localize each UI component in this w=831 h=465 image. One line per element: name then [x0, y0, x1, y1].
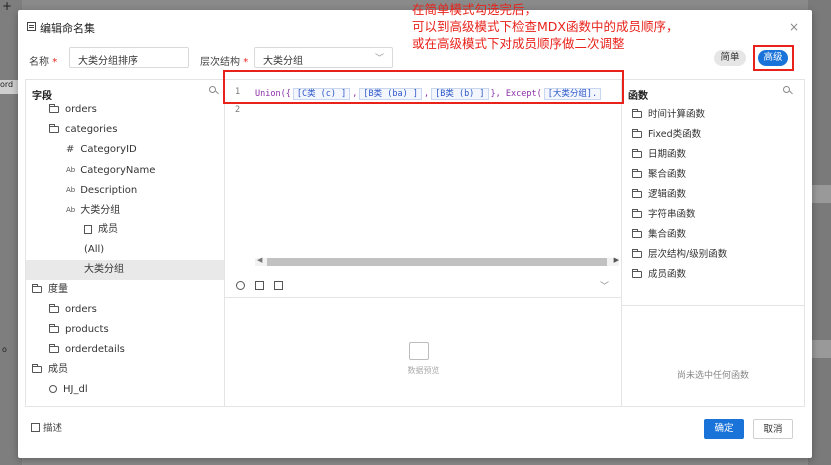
- edit-icon: [31, 423, 40, 432]
- functions-header: 函数: [628, 91, 648, 102]
- tree-item[interactable]: orderdetails: [49, 340, 125, 360]
- functions-panel: 函数 时间计算函数 Fixed类函数 日期函数 聚合函数 逻辑函数 字符串函数 …: [621, 79, 805, 407]
- folder-icon: [632, 169, 642, 178]
- folder-icon: [632, 149, 642, 158]
- tree-item[interactable]: 成员: [32, 360, 68, 380]
- search-icon[interactable]: [783, 86, 790, 93]
- number-field-icon: #: [66, 144, 75, 155]
- folder-icon: [49, 343, 59, 353]
- data-preview-label: 数据预览: [407, 366, 440, 375]
- data-preview-icon: [409, 342, 429, 360]
- tree-item[interactable]: 成员: [84, 220, 118, 240]
- text-field-icon: Ab: [66, 166, 76, 174]
- tree-item[interactable]: products: [49, 320, 109, 340]
- scroll-left-icon[interactable]: ◀: [257, 256, 262, 264]
- function-category[interactable]: 聚合函数: [632, 165, 686, 185]
- tree-item[interactable]: categories: [49, 120, 117, 140]
- tree-item[interactable]: Ab Description: [66, 180, 137, 200]
- name-input[interactable]: 大类分组排序: [69, 47, 189, 68]
- function-category[interactable]: 日期函数: [632, 145, 686, 165]
- folder-icon: [49, 103, 59, 113]
- tree-item[interactable]: orders: [49, 300, 97, 320]
- function-category[interactable]: Fixed类函数: [632, 125, 701, 145]
- simple-mode-button[interactable]: 简单: [714, 50, 746, 66]
- tree-item[interactable]: 度量: [32, 280, 68, 300]
- hierarchy-label: 层次结构 *: [200, 57, 249, 68]
- format-icon[interactable]: [236, 281, 245, 290]
- cancel-button[interactable]: 取消: [753, 419, 793, 439]
- folder-icon: [632, 229, 642, 238]
- clipboard-icon[interactable]: [274, 281, 283, 290]
- fields-panel: 字段 orders categories # CategoryID Ab Categ…: [25, 79, 225, 407]
- dialog-title: 编辑命名集: [40, 22, 95, 35]
- tree-item[interactable]: # CategoryID: [66, 140, 137, 160]
- text-field-icon: Ab: [66, 186, 76, 194]
- tree-item[interactable]: Ab CategoryName: [66, 160, 155, 180]
- folder-icon: [632, 189, 642, 198]
- function-category[interactable]: 成员函数: [632, 265, 686, 285]
- editor-toolbar: ﹀: [225, 277, 622, 298]
- folder-icon: [49, 323, 59, 333]
- plus-icon: +: [2, 0, 13, 13]
- folder-open-icon: [49, 123, 59, 133]
- divider: [622, 305, 804, 306]
- scroll-right-icon[interactable]: ▶: [614, 256, 619, 264]
- folder-open-icon: [32, 363, 42, 373]
- function-category[interactable]: 逻辑函数: [632, 185, 686, 205]
- group-field-icon: Ab: [66, 206, 76, 214]
- function-category[interactable]: 集合函数: [632, 225, 686, 245]
- describe-button[interactable]: 描述: [31, 420, 62, 434]
- tree-item[interactable]: (All): [84, 240, 104, 260]
- function-category[interactable]: 字符串函数: [632, 205, 696, 225]
- ok-button[interactable]: 确定: [704, 419, 744, 439]
- folder-icon: [632, 249, 642, 258]
- tree-item[interactable]: HJ_dl: [49, 380, 88, 400]
- chevron-down-icon[interactable]: ﹀: [600, 279, 609, 292]
- horizontal-scrollbar[interactable]: ◀ ▶: [255, 256, 619, 266]
- function-category[interactable]: 时间计算函数: [632, 105, 705, 125]
- folder-icon: [632, 129, 642, 138]
- code-editor[interactable]: 1 2 Union({[C类 (c) ], [B类 (ba) ], [B类 (b) …: [225, 80, 622, 268]
- tree-item[interactable]: Ab 大类分组: [66, 200, 120, 220]
- circle-icon: [49, 385, 57, 393]
- member-icon: [84, 224, 92, 234]
- copy-icon[interactable]: [255, 281, 264, 290]
- edit-named-set-dialog: 编辑命名集 × 名称 * 大类分组排序 层次结构 * 大类分组 ﹀ 简单 高级 字…: [18, 10, 812, 458]
- chevron-down-icon: ﹀: [374, 54, 384, 64]
- highlight-code-box: [223, 70, 624, 104]
- mdx-editor-panel: 1 2 Union({[C类 (c) ], [B类 (ba) ], [B类 (b) …: [225, 79, 622, 407]
- function-category[interactable]: 层次结构/级别函数: [632, 245, 727, 265]
- highlight-advanced-box: [753, 45, 794, 71]
- background-tab-text: ord: [0, 80, 18, 94]
- folder-icon: [632, 109, 642, 118]
- folder-icon: [632, 269, 642, 278]
- name-label: 名称 *: [29, 57, 58, 68]
- scrollbar-thumb[interactable]: [267, 258, 607, 266]
- folder-icon: [632, 209, 642, 218]
- folder-icon: [49, 303, 59, 313]
- annotation-text: 在简单模式勾选完后， 可以到高级模式下检查MDX函数中的成员顺序， 或在高级模式…: [412, 2, 679, 51]
- background-label: o: [2, 345, 7, 354]
- close-button[interactable]: ×: [789, 20, 799, 34]
- search-icon[interactable]: [209, 86, 216, 93]
- tree-item[interactable]: orders: [49, 100, 97, 120]
- no-function-selected-text: 尚未选中任何函数: [676, 371, 749, 381]
- line-number: 2: [235, 105, 241, 115]
- folder-open-icon: [32, 283, 42, 293]
- tree-item-selected[interactable]: 大类分组: [26, 260, 224, 280]
- hierarchy-select[interactable]: 大类分组 ﹀: [254, 47, 393, 68]
- dialog-title-icon: [27, 22, 36, 31]
